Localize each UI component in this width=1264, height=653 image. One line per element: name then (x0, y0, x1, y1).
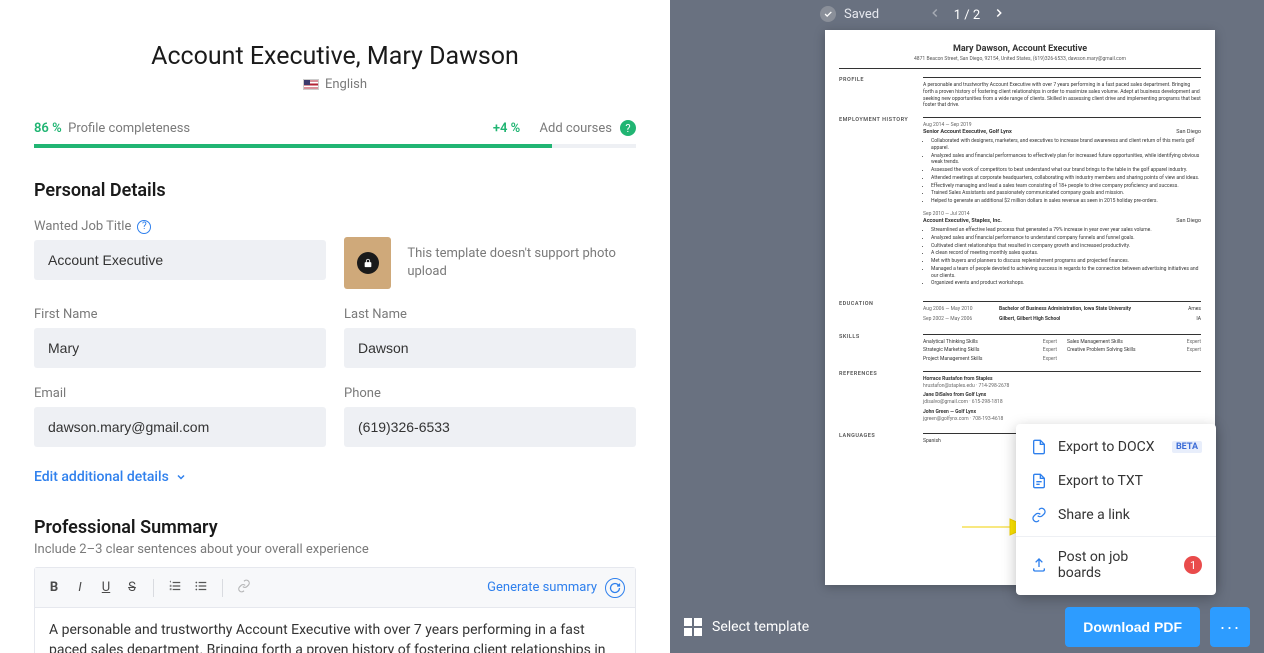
help-icon[interactable]: ? (620, 120, 636, 136)
link-icon (1030, 506, 1048, 524)
resume-profile-text: A personable and trustworthy Account Exe… (923, 77, 1201, 109)
resume-employment-label: EMPLOYMENT HISTORY (839, 117, 915, 293)
underline-button[interactable]: U (97, 580, 115, 595)
txt-file-icon (1030, 472, 1048, 490)
more-options-button[interactable]: ··· (1210, 607, 1250, 647)
email-input[interactable] (34, 407, 326, 447)
phone-label: Phone (344, 386, 636, 401)
professional-summary-heading: Professional Summary (34, 517, 636, 538)
progress-percent: 86 % (34, 121, 62, 136)
toolbar-separator (153, 579, 154, 597)
page-title: Account Executive, Mary Dawson (34, 42, 636, 71)
post-job-boards-item[interactable]: Post on job boards 1 (1016, 541, 1216, 589)
progress-label: Profile completeness (68, 121, 190, 136)
generate-summary-button[interactable]: Generate summary (487, 578, 625, 598)
preview-panel: Saved 1 / 2 Mary Dawson, Account Executi… (670, 0, 1264, 653)
summary-editor: B I U S (34, 567, 636, 653)
upload-icon (1030, 556, 1048, 574)
last-name-label: Last Name (344, 307, 636, 322)
resume-skills-label: SKILLS (839, 334, 915, 363)
next-page-button[interactable] (992, 6, 1006, 24)
resume-languages-label: LANGUAGES (839, 433, 915, 445)
share-link-item[interactable]: Share a link (1016, 498, 1216, 532)
wanted-job-title-input[interactable] (34, 240, 326, 280)
prev-page-button[interactable] (928, 6, 942, 24)
resume-education-label: EDUCATION (839, 301, 915, 326)
language-row[interactable]: English (34, 77, 636, 92)
export-docx-item[interactable]: Export to DOCX BETA (1016, 430, 1216, 464)
info-icon[interactable]: ? (137, 220, 151, 234)
link-button[interactable] (235, 579, 253, 597)
ordered-list-button[interactable] (166, 579, 184, 597)
toolbar-separator (222, 579, 223, 597)
form-panel: Account Executive, Mary Dawson English 8… (0, 0, 670, 653)
refresh-icon (605, 578, 625, 598)
phone-input[interactable] (344, 407, 636, 447)
unordered-list-button[interactable] (192, 579, 210, 597)
edit-additional-details-link[interactable]: Edit additional details (34, 469, 636, 485)
photo-thumbnail[interactable] (344, 237, 391, 289)
resume-employment-body: Aug 2014 — Sep 2019Senior Account Execut… (923, 117, 1201, 293)
lock-icon (357, 252, 379, 274)
first-name-label: First Name (34, 307, 326, 322)
summary-textarea[interactable]: A personable and trustworthy Account Exe… (35, 608, 635, 653)
page-navigator: 1 / 2 (670, 0, 1264, 30)
chevron-down-icon (175, 471, 187, 483)
professional-summary-sub: Include 2–3 clear sentences about your o… (34, 542, 636, 557)
preview-bottom-bar: Select template Download PDF ··· (670, 601, 1264, 653)
us-flag-icon (303, 79, 319, 90)
resume-education-body: Aug 2006 — May 2010Bachelor of Business … (923, 301, 1201, 326)
progress-row: 86 % Profile completeness +4 % Add cours… (34, 120, 636, 136)
docx-file-icon (1030, 438, 1048, 456)
resume-references-label: REFERENCES (839, 371, 915, 426)
saved-indicator: Saved (820, 6, 879, 22)
first-name-input[interactable] (34, 328, 326, 368)
page-indicator: 1 / 2 (954, 8, 980, 23)
cloud-check-icon (820, 6, 836, 22)
select-template-button[interactable]: Select template (684, 618, 809, 636)
menu-divider (1016, 536, 1216, 537)
export-menu: Export to DOCX BETA Export to TXT Share … (1016, 424, 1216, 595)
template-grid-icon (684, 618, 702, 636)
resume-name: Mary Dawson, Account Executive (839, 44, 1201, 54)
language-label: English (325, 77, 367, 92)
resume-profile-label: PROFILE (839, 77, 915, 109)
wanted-job-title-label: Wanted Job Title ? (34, 219, 326, 234)
email-label: Email (34, 386, 326, 401)
resume-contact: 4871 Beacon Street, San Diego, 92154, Un… (839, 56, 1201, 69)
italic-button[interactable]: I (71, 580, 89, 595)
export-txt-item[interactable]: Export to TXT (1016, 464, 1216, 498)
progress-bar (34, 144, 636, 148)
notification-badge: 1 (1184, 556, 1202, 574)
progress-tip[interactable]: Add courses (540, 121, 612, 136)
photo-note: This template doesn't support photo uplo… (407, 245, 636, 280)
last-name-input[interactable] (344, 328, 636, 368)
progress-fill (34, 144, 552, 148)
resume-references-body: Horrace Rustafon from Stapleshrustafon@s… (923, 371, 1201, 426)
progress-increment: +4 % (493, 121, 520, 136)
personal-details-heading: Personal Details (34, 180, 636, 201)
header-block: Account Executive, Mary Dawson English (34, 42, 636, 92)
strikethrough-button[interactable]: S (123, 580, 141, 595)
beta-badge: BETA (1172, 441, 1202, 453)
resume-skills-body: Analytical Thinking SkillsExpertSales Ma… (923, 334, 1201, 363)
download-pdf-button[interactable]: Download PDF (1065, 607, 1200, 647)
editor-toolbar: B I U S (35, 568, 635, 608)
bold-button[interactable]: B (45, 580, 63, 595)
